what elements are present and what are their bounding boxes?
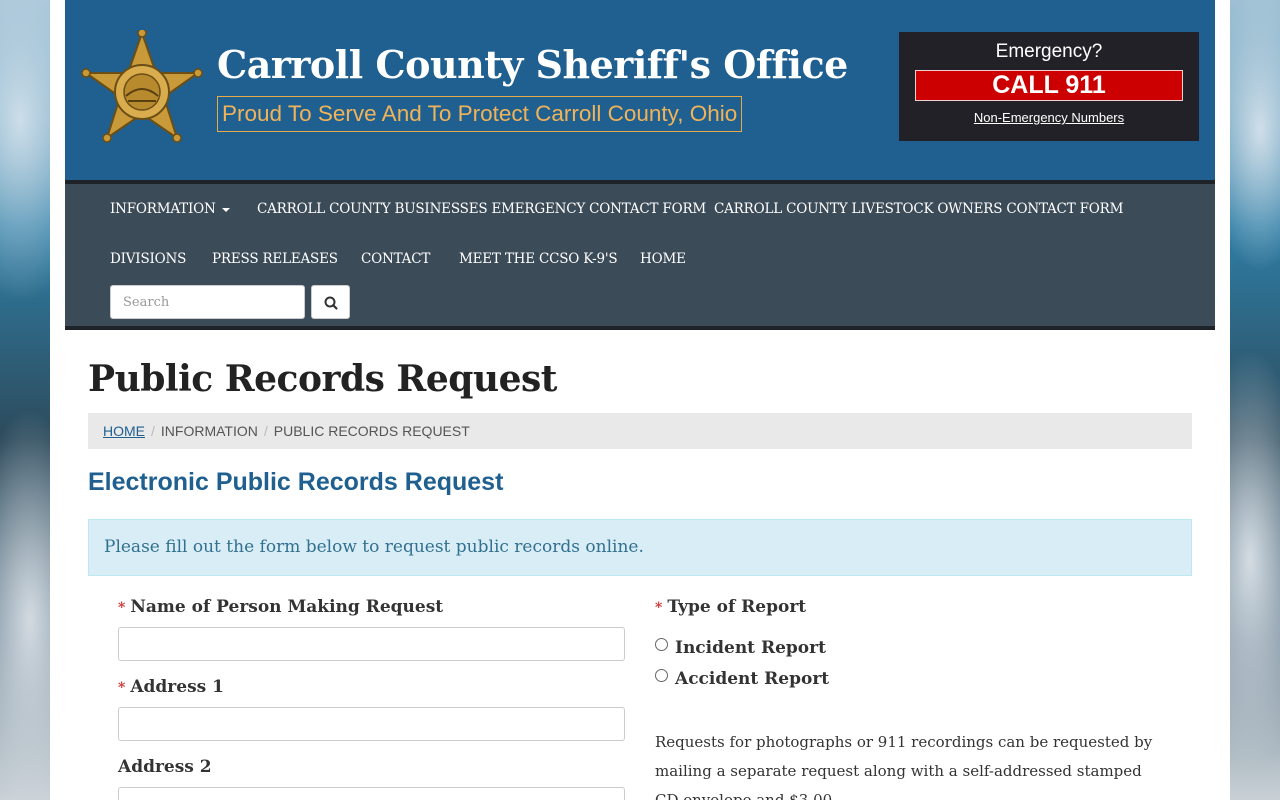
nav-item-information[interactable]: INFORMATION	[110, 201, 230, 217]
caret-down-icon	[221, 207, 230, 212]
site-tagline: Proud To Serve And To Protect Carroll Co…	[217, 96, 743, 132]
search-icon	[324, 296, 338, 310]
radio-option-accident-report[interactable]: Accident Report	[655, 669, 829, 689]
address2-field[interactable]	[118, 787, 625, 800]
required-marker: *	[118, 600, 126, 616]
report-type-label: * Type of Report	[655, 597, 806, 617]
nav-item-press-releases[interactable]: PRESS RELEASES	[212, 251, 338, 267]
section-title: Electronic Public Records Request	[88, 468, 504, 496]
page-title: Public Records Request	[88, 358, 557, 400]
radio-button[interactable]	[655, 669, 668, 682]
emergency-box: Emergency? CALL 911 Non-Emergency Number…	[899, 32, 1199, 141]
info-alert: Please fill out the form below to reques…	[88, 519, 1192, 576]
breadcrumb-information: INFORMATION	[160, 423, 258, 439]
nav-item-meet-k9s[interactable]: MEET THE CCSO K-9'S	[459, 251, 618, 267]
site-header: Carroll County Sheriff's Office Proud To…	[65, 0, 1215, 180]
records-note: Requests for photographs or 911 recordin…	[655, 733, 1153, 800]
label-text: Address 1	[130, 677, 224, 697]
required-marker: *	[655, 600, 663, 616]
radio-label: Incident Report	[675, 638, 826, 658]
required-marker: *	[118, 680, 126, 696]
name-field-label: * Name of Person Making Request	[118, 597, 443, 617]
nav-item-businesses-emergency-contact-form[interactable]: CARROLL COUNTY BUSINESSES EMERGENCY CONT…	[257, 201, 706, 217]
address2-field-label: Address 2	[118, 757, 212, 777]
search-input[interactable]	[110, 285, 305, 319]
address1-field-label: * Address 1	[118, 677, 224, 697]
sheriff-star-badge-icon[interactable]	[81, 30, 203, 152]
label-text: Name of Person Making Request	[130, 597, 444, 617]
label-text: Type of Report	[667, 597, 807, 617]
breadcrumb-home-link[interactable]: HOME	[103, 423, 145, 439]
emergency-question: Emergency?	[995, 41, 1103, 62]
site-title[interactable]: Carroll County Sheriff's Office	[217, 42, 848, 87]
radio-label: Accident Report	[675, 669, 830, 689]
search-button[interactable]	[311, 285, 350, 319]
non-emergency-numbers-link[interactable]: Non-Emergency Numbers	[974, 110, 1124, 125]
radio-button[interactable]	[655, 638, 668, 651]
nav-item-livestock-owners-contact-form[interactable]: CARROLL COUNTY LIVESTOCK OWNERS CONTACT …	[714, 201, 1123, 217]
breadcrumb-separator: /	[151, 423, 155, 439]
page-container: Carroll County Sheriff's Office Proud To…	[50, 0, 1230, 800]
name-field[interactable]	[118, 627, 625, 661]
radio-option-incident-report[interactable]: Incident Report	[655, 638, 826, 658]
breadcrumb-current: PUBLIC RECORDS REQUEST	[273, 423, 470, 439]
main-navbar: INFORMATION CARROLL COUNTY BUSINESSES EM…	[65, 180, 1215, 330]
nav-item-label: INFORMATION	[110, 201, 216, 217]
breadcrumb: HOME / INFORMATION / PUBLIC RECORDS REQUEST	[88, 413, 1192, 449]
breadcrumb-separator: /	[263, 423, 268, 439]
nav-item-contact[interactable]: CONTACT	[361, 251, 430, 267]
nav-item-divisions[interactable]: DIVISIONS	[110, 251, 186, 267]
call-911-banner: CALL 911	[915, 70, 1183, 101]
nav-item-home[interactable]: HOME	[640, 251, 686, 267]
address1-field[interactable]	[118, 707, 625, 741]
